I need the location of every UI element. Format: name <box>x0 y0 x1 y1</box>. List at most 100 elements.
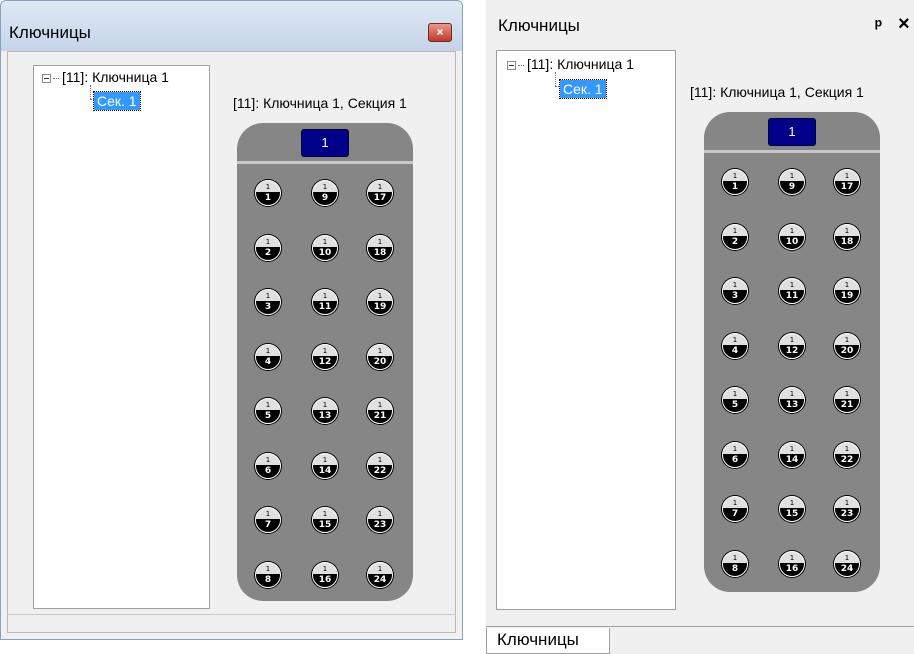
key-slot[interactable]: 15 <box>253 396 283 426</box>
key-slot[interactable]: 18 <box>720 549 750 579</box>
key-slot[interactable]: 1 14 <box>777 440 807 470</box>
pin-icon[interactable]: ᵖ <box>875 15 882 36</box>
key-slot[interactable]: 1 13 <box>777 385 807 415</box>
key-top-label: 1 <box>844 226 850 235</box>
key-number: 23 <box>373 520 387 530</box>
key-slot[interactable]: 13 <box>253 287 283 317</box>
key-top-label: 1 <box>322 510 328 518</box>
key-slot[interactable]: 1 21 <box>365 396 395 426</box>
key-top-label: 1 <box>322 564 328 573</box>
key-slot[interactable]: 1 18 <box>832 222 862 252</box>
key-number: 12 <box>318 356 332 367</box>
key-slot[interactable]: 1 23 <box>832 494 862 524</box>
key-slot[interactable]: 1 15 <box>777 494 807 524</box>
tree-child-item[interactable]: Сек. 1 <box>93 91 141 111</box>
key-slot[interactable]: 1 18 <box>365 233 395 263</box>
key-slot[interactable]: 1 17 <box>832 167 862 197</box>
tree-root-label: [11]: Ключница 1 <box>62 69 169 85</box>
key-slot[interactable]: 19 <box>310 178 340 208</box>
tree-connector <box>518 64 524 66</box>
key-top-label: 1 <box>789 172 795 180</box>
tree-child-item[interactable]: Сек. 1 <box>559 79 607 99</box>
collapse-icon[interactable] <box>42 73 51 83</box>
cabinet-header-separator <box>704 150 880 153</box>
key-slot[interactable]: 1 19 <box>365 287 395 317</box>
key-top-label: 1 <box>844 281 850 289</box>
key-slot[interactable]: 1 15 <box>310 505 340 535</box>
key-top-label: 1 <box>377 401 383 409</box>
tree-view[interactable]: [11]: Ключница 1 Сек. 1 <box>33 65 210 609</box>
key-number: 24 <box>373 574 387 585</box>
key-top-label: 1 <box>789 281 795 289</box>
key-slot[interactable]: 1 16 <box>310 560 340 590</box>
key-slot[interactable]: 1 24 <box>832 549 862 579</box>
key-slot[interactable]: 1 11 <box>777 276 807 306</box>
tree-root-item[interactable]: [11]: Ключница 1 <box>42 69 169 85</box>
key-slot[interactable]: 12 <box>720 222 750 252</box>
key-number: 13 <box>318 411 332 421</box>
key-top-label: 1 <box>265 455 271 464</box>
key-number: 11 <box>785 291 799 301</box>
collapse-icon[interactable] <box>507 60 516 70</box>
key-number: 1 <box>264 193 272 203</box>
key-slot[interactable]: 17 <box>720 494 750 524</box>
tab-klyuchnitsy[interactable]: Ключницы <box>486 628 610 654</box>
key-slot[interactable]: 1 19 <box>832 276 862 306</box>
key-top-label: 1 <box>322 237 328 246</box>
key-slot[interactable]: 16 <box>720 440 750 470</box>
tree-line <box>90 85 91 99</box>
key-slot[interactable]: 1 11 <box>310 287 340 317</box>
key-slot[interactable]: 1 23 <box>365 505 395 535</box>
key-number: 7 <box>731 509 739 519</box>
key-slot[interactable]: 1 10 <box>777 222 807 252</box>
key-top-label: 1 <box>377 346 383 355</box>
key-number: 20 <box>373 356 387 367</box>
key-slot[interactable]: 16 <box>253 451 283 481</box>
key-slot[interactable]: 1 24 <box>365 560 395 590</box>
key-slot[interactable]: 17 <box>253 505 283 535</box>
key-slot[interactable]: 1 16 <box>777 549 807 579</box>
tree-root-item[interactable]: [11]: Ключница 1 <box>507 56 634 72</box>
key-slot[interactable]: 1 22 <box>365 451 395 481</box>
key-slot[interactable]: 1 20 <box>832 331 862 361</box>
key-top-label: 1 <box>789 335 795 344</box>
key-number: 17 <box>840 182 854 192</box>
key-top-label: 1 <box>732 172 738 180</box>
key-slot[interactable]: 11 <box>253 178 283 208</box>
close-icon[interactable]: × <box>428 23 452 42</box>
left-window: Ключницы × [11]: Ключница 1 Сек. 1 [11]:… <box>0 0 463 640</box>
key-slot[interactable]: 15 <box>720 385 750 415</box>
key-slot[interactable]: 12 <box>253 233 283 263</box>
close-icon[interactable]: × <box>898 13 910 36</box>
key-slot[interactable]: 1 17 <box>365 178 395 208</box>
key-slot[interactable]: 1 12 <box>310 342 340 372</box>
key-slot[interactable]: 1 20 <box>365 342 395 372</box>
key-number: 9 <box>321 193 329 203</box>
status-divider <box>7 614 456 615</box>
key-slot[interactable]: 1 14 <box>310 451 340 481</box>
key-top-label: 1 <box>732 444 738 453</box>
key-slot[interactable]: 14 <box>720 331 750 361</box>
key-number: 18 <box>373 247 387 258</box>
key-slot[interactable]: 13 <box>720 276 750 306</box>
key-slot[interactable]: 1 12 <box>777 331 807 361</box>
key-slot[interactable]: 14 <box>253 342 283 372</box>
key-number: 21 <box>840 400 854 410</box>
key-slot[interactable]: 1 21 <box>832 385 862 415</box>
key-slot[interactable]: 1 10 <box>310 233 340 263</box>
key-top-label: 1 <box>265 237 271 246</box>
cabinet-number-badge: 1 <box>768 118 816 146</box>
key-slot[interactable]: 19 <box>777 167 807 197</box>
key-cabinet: 1 1 1 1 9 1 17 1 2 1 10 1 18 1 3 1 11 1 19 1 4 1 12 1 20 1 5 1 13 1 21… <box>704 112 880 592</box>
key-top-label: 1 <box>789 444 795 453</box>
key-top-label: 1 <box>732 499 738 507</box>
key-number: 24 <box>840 563 854 574</box>
key-slot[interactable]: 1 22 <box>832 440 862 470</box>
key-slot[interactable]: 11 <box>720 167 750 197</box>
key-top-label: 1 <box>322 401 328 409</box>
tree-view[interactable]: [11]: Ключница 1 Сек. 1 <box>496 50 676 610</box>
key-slot[interactable]: 18 <box>253 560 283 590</box>
key-number: 14 <box>785 454 799 465</box>
key-slot[interactable]: 1 13 <box>310 396 340 426</box>
key-top-label: 1 <box>265 292 271 300</box>
